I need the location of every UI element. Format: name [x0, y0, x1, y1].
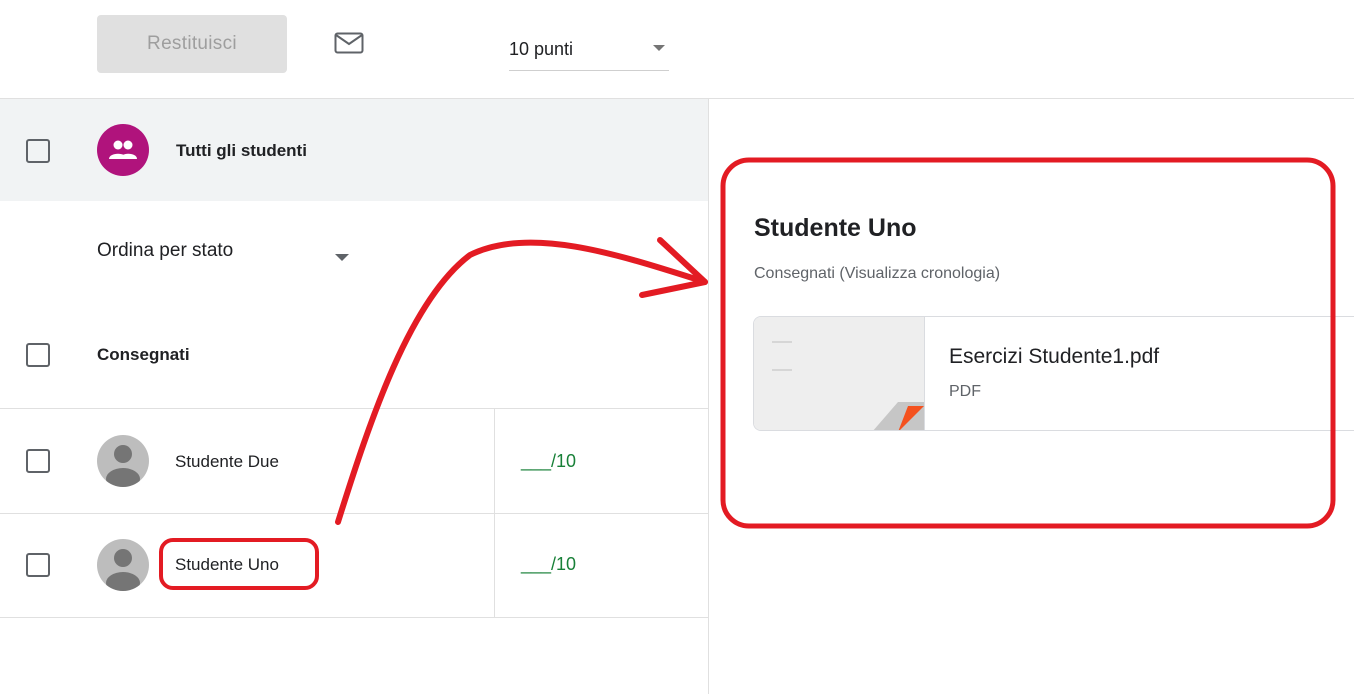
avatar	[97, 435, 149, 487]
points-value: 10 punti	[509, 39, 574, 59]
points-select[interactable]: 10 punti	[509, 30, 669, 71]
student-checkbox[interactable]	[26, 449, 50, 473]
attachment-type: PDF	[949, 383, 981, 400]
all-students-checkbox[interactable]	[26, 139, 50, 163]
student-checkbox[interactable]	[26, 553, 50, 577]
section-checkbox[interactable]	[26, 343, 50, 367]
student-name[interactable]: Studente Uno	[175, 555, 279, 575]
submission-status-link[interactable]: Consegnati (Visualizza cronologia)	[754, 265, 1000, 283]
student-name[interactable]: Studente Due	[175, 452, 279, 472]
return-button-label: Restituisci	[147, 33, 237, 54]
chevron-down-icon	[653, 45, 665, 51]
arrow-head	[639, 237, 708, 298]
all-students-label: Tutti gli studenti	[176, 141, 307, 160]
thumbnail-line	[772, 341, 792, 343]
pdf-thumbnail	[754, 317, 925, 430]
detail-student-name: Studente Uno	[754, 214, 917, 242]
grade-field[interactable]: ___/10	[521, 554, 576, 575]
table-row[interactable]: Studente Uno ___/10	[0, 514, 708, 617]
grade-field[interactable]: ___/10	[521, 451, 576, 472]
attachment-title: Esercizi Studente1.pdf	[949, 345, 1160, 368]
table-row[interactable]: Studente Due ___/10	[0, 409, 708, 513]
chevron-down-icon	[335, 254, 349, 261]
group-icon	[97, 124, 149, 176]
column-divider	[494, 409, 495, 513]
row-divider	[0, 617, 708, 618]
section-label: Consegnati	[97, 345, 190, 364]
all-students-row[interactable]: Tutti gli studenti	[0, 99, 708, 201]
mail-icon[interactable]	[334, 32, 364, 54]
column-divider	[494, 514, 495, 617]
avatar	[97, 539, 149, 591]
return-button[interactable]: Restituisci	[97, 15, 287, 73]
thumbnail-line	[772, 369, 792, 371]
attachment-card[interactable]: Esercizi Studente1.pdf PDF	[753, 316, 1354, 431]
sort-label: Ordina per stato	[97, 240, 234, 261]
panel-divider	[708, 99, 709, 694]
pdf-corner-icon	[873, 402, 924, 430]
